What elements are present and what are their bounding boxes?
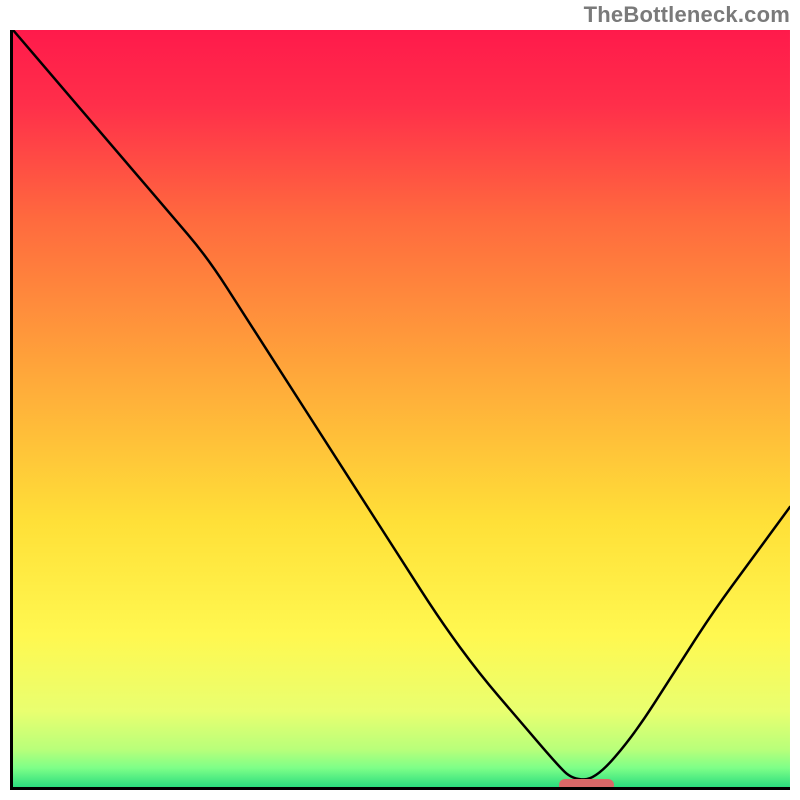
- bottleneck-curve: [13, 30, 790, 787]
- watermark-text: TheBottleneck.com: [584, 2, 790, 28]
- plot-area: [10, 30, 790, 790]
- bottleneck-chart: TheBottleneck.com: [0, 0, 800, 800]
- optimal-zone-marker: [559, 779, 614, 790]
